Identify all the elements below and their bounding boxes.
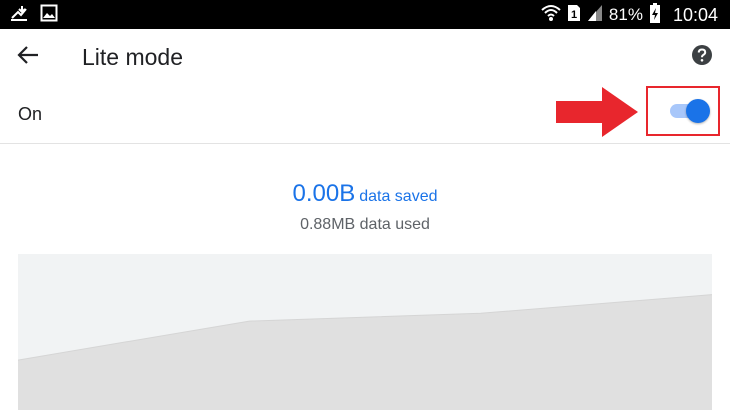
status-notifications <box>10 4 58 26</box>
image-icon <box>40 4 58 27</box>
help-button[interactable] <box>690 44 714 71</box>
status-system: 1 81% 10:04 <box>541 2 718 28</box>
data-saved-amount: 0.00B <box>292 180 356 207</box>
battery-charging-icon <box>649 2 661 28</box>
status-bar: 1 81% 10:04 <box>0 0 730 29</box>
wifi-icon <box>541 4 561 27</box>
toggle-thumb <box>686 99 710 123</box>
sim-slot-number: 1 <box>571 9 577 21</box>
lite-mode-toggle-row[interactable]: On <box>0 85 730 144</box>
clock: 10:04 <box>672 5 718 25</box>
data-saved-summary: 0.00B data saved <box>0 178 730 213</box>
signal-icon <box>587 4 603 27</box>
toolbar: Lite mode <box>0 29 730 85</box>
data-usage-chart <box>18 254 712 410</box>
data-saved-label: data saved <box>359 188 438 205</box>
arrow-back-icon <box>17 45 39 70</box>
data-used-summary: 0.88MB data used <box>300 216 430 233</box>
toggle-label: On <box>18 104 43 124</box>
lite-mode-screen: 1 81% 10:04 Lite mode On 0.00B data save… <box>0 0 730 410</box>
sim-card-icon: 1 <box>567 4 581 27</box>
back-button[interactable] <box>14 43 42 71</box>
help-circle-icon <box>691 44 713 71</box>
lite-mode-toggle-switch[interactable] <box>670 99 710 123</box>
page-title: Lite mode <box>82 44 184 70</box>
battery-percent: 81% <box>608 5 643 24</box>
usb-download-icon <box>10 4 30 27</box>
red-arrow-annotation <box>556 87 638 137</box>
